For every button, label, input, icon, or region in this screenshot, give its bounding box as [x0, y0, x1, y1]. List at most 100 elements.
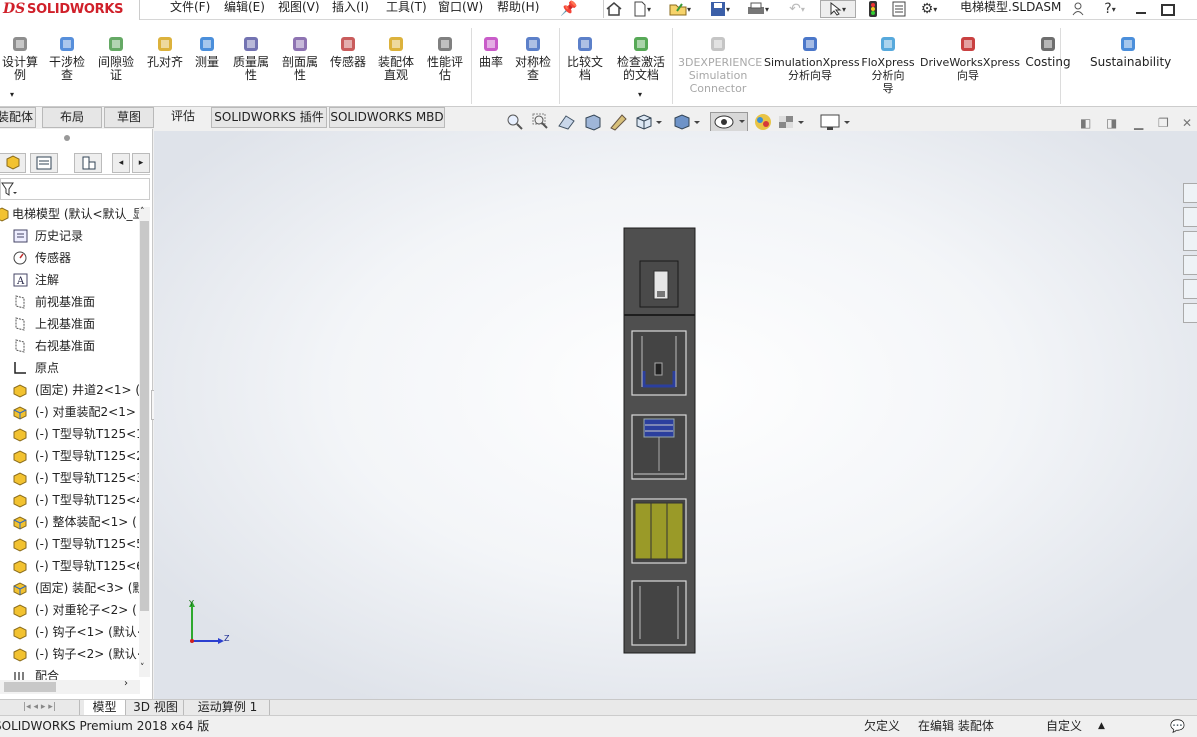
- menu-edit[interactable]: 编辑(E): [224, 0, 265, 14]
- tree-item[interactable]: 原点: [0, 357, 140, 379]
- previous-document-icon[interactable]: ◧: [1080, 116, 1091, 130]
- tab-model[interactable]: 模型: [84, 700, 126, 715]
- select-arrow-icon[interactable]: ▾: [820, 0, 856, 18]
- menu-help[interactable]: 帮助(H): [497, 0, 539, 14]
- tree-item[interactable]: (-) T型导轨T125<2: [0, 445, 140, 467]
- section-view-icon[interactable]: [582, 112, 604, 132]
- tab-motion-study[interactable]: 运动算例 1: [186, 700, 270, 715]
- display-style-icon[interactable]: [672, 112, 702, 132]
- previous-view-icon[interactable]: [556, 112, 578, 132]
- configuration-manager-tab-icon[interactable]: [74, 153, 102, 173]
- tree-item[interactable]: 右视基准面: [0, 335, 140, 357]
- unit-system-arrow-icon[interactable]: ▲: [1098, 716, 1105, 736]
- tree-item[interactable]: (-) T型导轨T125<6: [0, 555, 140, 577]
- tab-4[interactable]: SOLIDWORKS 插件: [211, 107, 327, 128]
- ribbon-button-10[interactable]: 曲率: [476, 34, 506, 69]
- tab-3[interactable]: 评估: [156, 107, 210, 128]
- ribbon-expand-icon[interactable]: ▾: [638, 90, 642, 99]
- scroll-down-icon[interactable]: ˅: [140, 663, 145, 673]
- filter-icon[interactable]: [1, 181, 17, 197]
- ribbon-button-3[interactable]: 孔对齐: [142, 34, 188, 69]
- view-orientation-icon[interactable]: [634, 112, 664, 132]
- tabs-scroll-right-icon[interactable]: ▸: [132, 153, 150, 173]
- tree-item[interactable]: (-) 钩子<2> (默认<: [0, 643, 140, 665]
- quick-tips-icon[interactable]: 💬: [1170, 716, 1185, 736]
- ribbon-button-14[interactable]: 3DEXPERIENCE Simulation Connector: [678, 34, 762, 95]
- ribbon-button-6[interactable]: 剖面属 性: [277, 34, 323, 82]
- viewport-minimize-icon[interactable]: ▁: [1134, 116, 1143, 130]
- ribbon-button-18[interactable]: Costing: [1020, 34, 1076, 69]
- ribbon-button-19[interactable]: Sustainability: [1090, 34, 1171, 69]
- home-icon[interactable]: [603, 0, 623, 18]
- menu-file[interactable]: 文件(F): [170, 0, 210, 14]
- tree-item[interactable]: (-) T型导轨T125<5: [0, 533, 140, 555]
- ribbon-button-0[interactable]: 设计算 例: [0, 34, 40, 82]
- menu-tools[interactable]: 工具(T): [386, 0, 427, 14]
- scroll-thumb-horizontal[interactable]: [4, 682, 56, 692]
- traffic-light-icon[interactable]: [866, 0, 880, 18]
- scroll-thumb[interactable]: [140, 221, 149, 611]
- ribbon-button-16[interactable]: FloXpress 分析向 导: [860, 34, 916, 95]
- ribbon-button-17[interactable]: DriveWorksXpress 向导: [920, 34, 1020, 82]
- ribbon-button-2[interactable]: 间隙验 证: [93, 34, 139, 82]
- menu-insert[interactable]: 插入(I): [332, 0, 369, 14]
- tree-item[interactable]: 传感器: [0, 247, 140, 269]
- zoom-to-area-icon[interactable]: [530, 112, 552, 132]
- apply-scene-icon[interactable]: [776, 112, 806, 132]
- elevator-shaft-model[interactable]: [154, 131, 1197, 699]
- ribbon-button-11[interactable]: 对称检 查: [510, 34, 556, 82]
- tab-3d-view[interactable]: 3D 视图: [128, 700, 184, 715]
- edit-appearance-icon[interactable]: [752, 112, 774, 132]
- dynamic-annotation-icon[interactable]: [608, 112, 630, 132]
- tree-filter[interactable]: [0, 178, 150, 200]
- help-icon[interactable]: ? ▾: [1096, 0, 1124, 18]
- tree-item[interactable]: 上视基准面: [0, 313, 140, 335]
- file-explorer-icon[interactable]: [1183, 231, 1197, 251]
- unit-system[interactable]: 自定义: [1046, 716, 1082, 736]
- property-manager-tab-icon[interactable]: [30, 153, 58, 173]
- tree-item[interactable]: (-) T型导轨T125<1: [0, 423, 140, 445]
- tree-root[interactable]: 电梯模型 (默认<默认_显: [0, 205, 140, 225]
- zoom-to-fit-icon[interactable]: [504, 112, 526, 132]
- menu-window[interactable]: 窗口(W): [438, 0, 483, 14]
- tree-item[interactable]: 前视基准面: [0, 291, 140, 313]
- tabs-scroll-left-icon[interactable]: ◂: [112, 153, 130, 173]
- tree-item[interactable]: (-) 钩子<1> (默认<: [0, 621, 140, 643]
- scroll-right-icon[interactable]: ›: [124, 678, 128, 689]
- tree-item[interactable]: (-) 整体装配<1> (: [0, 511, 140, 533]
- tree-item[interactable]: (-) T型导轨T125<4: [0, 489, 140, 511]
- tree-item[interactable]: (固定) 装配<3> (默: [0, 577, 140, 599]
- scroll-up-icon[interactable]: ˄: [140, 207, 145, 217]
- ribbon-button-1[interactable]: 干涉检 查: [44, 34, 90, 82]
- ribbon-button-5[interactable]: 质量属 性: [228, 34, 274, 82]
- tab-nav-arrows-icon[interactable]: |◂ ◂ ▸ ▸|: [0, 700, 80, 715]
- print-icon[interactable]: ▾: [744, 0, 772, 18]
- ribbon-button-4[interactable]: 测量: [188, 34, 226, 69]
- new-document-icon[interactable]: ▾: [628, 0, 656, 18]
- view-settings-icon[interactable]: [818, 112, 854, 132]
- tree-vertical-scrollbar[interactable]: ˄ ˅: [139, 207, 150, 677]
- tab-1[interactable]: 布局: [42, 107, 102, 128]
- tree-horizontal-scrollbar[interactable]: ›: [0, 678, 140, 694]
- ribbon-button-13[interactable]: 检查激活 的文档: [612, 34, 670, 82]
- tree-item[interactable]: (-) 对重轮子<2> (: [0, 599, 140, 621]
- tree-item[interactable]: 历史记录: [0, 225, 140, 247]
- ribbon-button-8[interactable]: 装配体 直观: [373, 34, 419, 82]
- feature-manager-tab-icon[interactable]: [0, 153, 26, 173]
- solidworks-resources-icon[interactable]: [1183, 183, 1197, 203]
- next-document-icon[interactable]: ◨: [1106, 116, 1117, 130]
- appearances-icon[interactable]: [1183, 279, 1197, 299]
- user-icon[interactable]: [1070, 0, 1086, 18]
- custom-properties-icon[interactable]: [1183, 303, 1197, 323]
- ribbon-button-7[interactable]: 传感器: [326, 34, 370, 69]
- options-gear-icon[interactable]: ⚙ ▾: [914, 0, 944, 18]
- menu-view[interactable]: 视图(V): [278, 0, 320, 14]
- tree-item[interactable]: (-) T型导轨T125<3: [0, 467, 140, 489]
- panel-collapse-dot[interactable]: [64, 135, 70, 141]
- save-icon[interactable]: ▾: [706, 0, 734, 18]
- solidworks-logo[interactable]: DS SOLIDWORKS: [0, 0, 140, 20]
- tab-5[interactable]: SOLIDWORKS MBD: [329, 107, 445, 128]
- restore-icon[interactable]: [1160, 0, 1176, 18]
- ribbon-button-15[interactable]: SimulationXpress 分析向导: [764, 34, 860, 82]
- ribbon-expand-icon[interactable]: ▾: [10, 90, 14, 99]
